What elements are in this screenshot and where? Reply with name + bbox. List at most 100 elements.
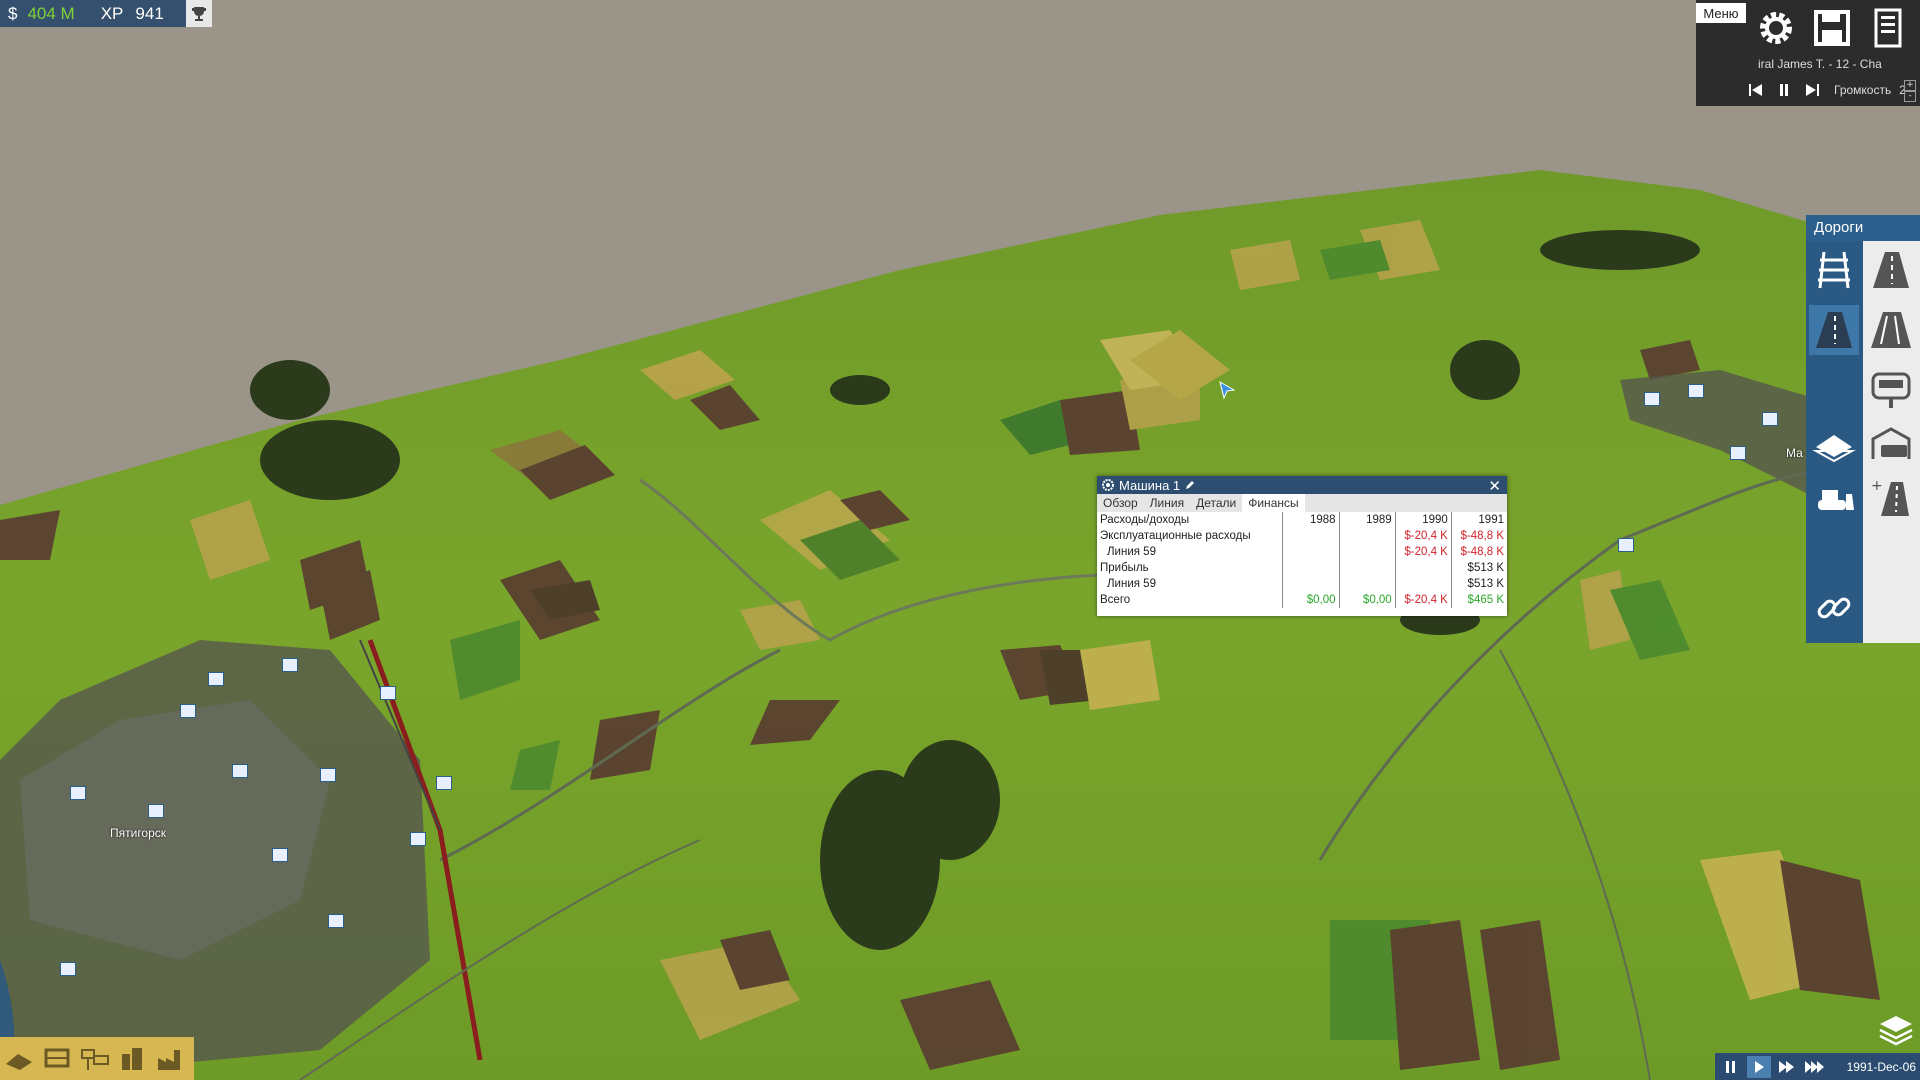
bus-stop-icon[interactable] <box>148 804 164 818</box>
vehicle-window-title: Машина 1 <box>1119 477 1181 493</box>
finance-row: Прибыль $513 K <box>1097 560 1507 576</box>
layers-icon[interactable] <box>1876 1008 1916 1048</box>
svg-text:+: + <box>1871 478 1883 494</box>
finance-row-label: Линия 59 <box>1107 578 1156 590</box>
terrain-icon <box>1812 435 1856 463</box>
highway-icon <box>1871 312 1911 348</box>
finance-value <box>1394 576 1452 592</box>
rename-pencil-icon[interactable] <box>1184 479 1196 491</box>
rail-track-button[interactable] <box>1809 245 1859 295</box>
station-icon[interactable] <box>436 776 452 790</box>
towns-button[interactable] <box>114 1037 152 1080</box>
vehicle-window-tabs: Обзор Линия Детали Финансы <box>1097 494 1507 512</box>
pause-icon[interactable] <box>1772 81 1796 99</box>
bus-stop-icon[interactable] <box>272 848 288 862</box>
next-track-icon[interactable] <box>1800 81 1824 99</box>
fastest-forward-button[interactable] <box>1803 1056 1827 1078</box>
bus-stop-icon[interactable] <box>1644 392 1660 406</box>
finance-value <box>1282 576 1340 592</box>
pause-button[interactable] <box>1719 1056 1743 1078</box>
tab-overview[interactable]: Обзор <box>1097 494 1144 512</box>
fastest-forward-icon <box>1805 1060 1824 1073</box>
menu-button[interactable]: Меню <box>1696 3 1746 23</box>
finance-value: $465 K <box>1450 592 1507 608</box>
trophy-icon[interactable] <box>186 0 212 27</box>
finance-row: Линия 59 $-20,4 K $-48,8 K <box>1097 544 1507 560</box>
menu-icon[interactable] <box>1866 6 1910 50</box>
previous-track-icon[interactable] <box>1744 81 1768 99</box>
bus-stop-icon[interactable] <box>320 768 336 782</box>
xp-label: XP <box>100 3 124 23</box>
bus-stop-icon[interactable] <box>328 914 344 928</box>
bulldozer-button[interactable] <box>1809 473 1859 523</box>
vehicle-window-header[interactable]: Машина 1 ✕ <box>1097 476 1507 495</box>
roads-toolbar: Дороги + <box>1806 215 1920 643</box>
station-icon[interactable] <box>380 686 396 700</box>
finance-row: Расходы/доходы 1988 1989 1990 1991 <box>1097 512 1507 528</box>
finance-value: $513 K <box>1450 560 1507 576</box>
bus-stop-icon[interactable] <box>60 962 76 976</box>
upgrade-road-button[interactable]: + <box>1866 473 1916 523</box>
stats-bar: $ 404 M XP 941 <box>0 0 212 27</box>
bulldozer-icon <box>1818 490 1854 510</box>
terrain-icon <box>6 1053 32 1070</box>
close-icon[interactable]: ✕ <box>1488 477 1501 495</box>
finance-row: Линия 59 $513 K <box>1097 576 1507 592</box>
finance-value: $-20,4 K <box>1394 592 1452 608</box>
road-icon <box>1816 312 1852 348</box>
vehicle-gear-icon <box>1102 479 1114 491</box>
fast-forward-button[interactable] <box>1775 1056 1799 1078</box>
play-button[interactable] <box>1747 1055 1771 1078</box>
tab-line[interactable]: Линия <box>1144 494 1190 512</box>
money-value: 404 M <box>27 3 75 23</box>
town-label-right[interactable]: Ма <box>1786 446 1803 460</box>
station-icon[interactable] <box>410 832 426 846</box>
bus-stop-icon <box>1871 372 1911 408</box>
bus-stop-icon[interactable] <box>1762 412 1778 426</box>
finance-row-label: Расходы/доходы <box>1100 514 1190 526</box>
volume-label: Громкость <box>1834 83 1892 97</box>
bus-stop-icon[interactable] <box>1688 384 1704 398</box>
highway-button[interactable] <box>1866 305 1916 355</box>
bus-stop-icon[interactable] <box>1730 446 1746 460</box>
time-controls: 1991-Dec-06 <box>1715 1053 1920 1080</box>
bus-stop-icon[interactable] <box>1618 538 1634 552</box>
industries-button[interactable] <box>152 1037 190 1080</box>
terrain-button[interactable] <box>1809 420 1859 470</box>
factory-icon <box>158 1049 180 1070</box>
volume-stepper[interactable]: + - <box>1904 80 1916 102</box>
finance-value <box>1282 528 1340 544</box>
bus-stop-icon[interactable] <box>70 786 86 800</box>
town-label-left[interactable]: Пятигорск <box>110 826 166 840</box>
rail-vehicles-button[interactable] <box>38 1037 76 1080</box>
street-button[interactable] <box>1866 245 1916 295</box>
bus-stop-icon[interactable] <box>282 658 298 672</box>
finance-row-label: Прибыль <box>1100 562 1149 574</box>
bottom-left-toolbar <box>0 1037 194 1080</box>
road-button[interactable] <box>1809 305 1859 355</box>
gear-icon[interactable] <box>1754 6 1798 50</box>
bus-stop-icon[interactable] <box>232 764 248 778</box>
upgrade-road-icon: + <box>1871 478 1909 516</box>
building-icon <box>122 1047 142 1070</box>
connect-button[interactable] <box>1809 583 1859 633</box>
floppy-disk-icon[interactable] <box>1810 6 1854 50</box>
volume-down-button[interactable]: - <box>1904 91 1916 102</box>
bus-stop-button[interactable] <box>1866 365 1916 415</box>
roads-title: Дороги <box>1806 215 1920 241</box>
train-icon <box>44 1048 70 1067</box>
bus-stop-icon[interactable] <box>208 672 224 686</box>
volume-up-button[interactable]: + <box>1904 80 1916 91</box>
xp-value: 941 <box>135 3 164 23</box>
bus-stop-icon[interactable] <box>180 704 196 718</box>
finance-row-label: Эксплуатационные расходы <box>1100 530 1251 542</box>
lines-button[interactable] <box>76 1037 114 1080</box>
finance-value <box>1338 544 1396 560</box>
tab-details[interactable]: Детали <box>1190 494 1242 512</box>
tab-finances[interactable]: Финансы <box>1242 494 1305 512</box>
finance-value <box>1282 544 1340 560</box>
finance-value: $-20,4 K <box>1394 528 1452 544</box>
bus-depot-button[interactable] <box>1866 420 1916 470</box>
finance-value <box>1338 560 1396 576</box>
terraform-button[interactable] <box>0 1037 38 1080</box>
